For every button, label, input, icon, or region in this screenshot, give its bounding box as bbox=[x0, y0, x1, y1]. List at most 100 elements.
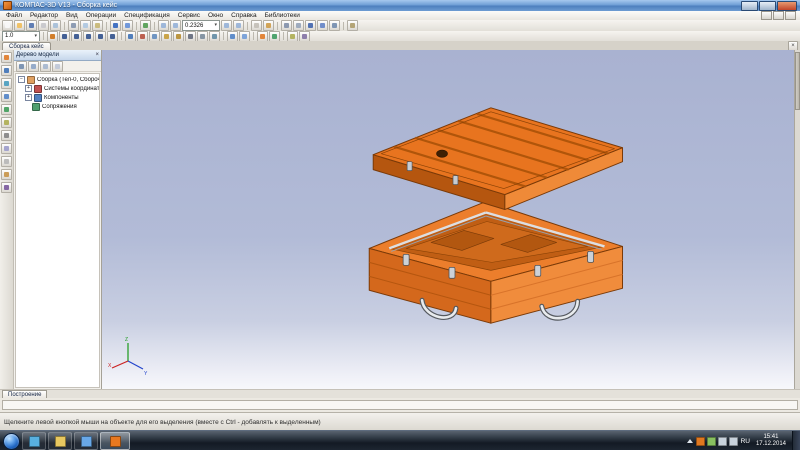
shaded-edges-icon[interactable] bbox=[317, 20, 328, 31]
redo-icon[interactable] bbox=[122, 20, 133, 31]
menu-view[interactable]: Вид bbox=[62, 12, 82, 19]
taskbar-explorer-button[interactable] bbox=[48, 432, 72, 450]
zoom-out-icon[interactable] bbox=[170, 20, 181, 31]
perspective-icon[interactable] bbox=[329, 20, 340, 31]
chamfer-icon[interactable] bbox=[173, 31, 184, 42]
paste-icon[interactable] bbox=[92, 20, 103, 31]
measurements-icon[interactable] bbox=[1, 117, 12, 128]
kompas-tray-icon[interactable] bbox=[696, 437, 705, 446]
menu-window[interactable]: Окно bbox=[204, 12, 227, 19]
tree-composition-icon[interactable] bbox=[28, 61, 39, 72]
edit-assembly-icon[interactable] bbox=[1, 52, 12, 63]
network-icon[interactable] bbox=[718, 437, 727, 446]
auxiliary-geometry-icon[interactable] bbox=[1, 104, 12, 115]
antivirus-icon[interactable] bbox=[707, 437, 716, 446]
conditional-marks-icon[interactable] bbox=[1, 169, 12, 180]
tree-item-coordinate-systems[interactable]: +Системы координат bbox=[16, 84, 99, 93]
menu-service[interactable]: Сервис bbox=[174, 12, 204, 19]
zoom-fit-icon[interactable] bbox=[233, 20, 244, 31]
rotate-icon[interactable] bbox=[263, 20, 274, 31]
menu-edit[interactable]: Редактор bbox=[26, 12, 62, 19]
case-lid[interactable] bbox=[373, 108, 622, 210]
revolve-icon[interactable] bbox=[149, 31, 160, 42]
specification-icon[interactable] bbox=[1, 143, 12, 154]
viewport-3d[interactable]: Z X Y bbox=[102, 50, 800, 389]
pan-icon[interactable] bbox=[251, 20, 262, 31]
filters-icon[interactable] bbox=[1, 130, 12, 141]
sketch-icon[interactable] bbox=[47, 31, 58, 42]
mdi-close-button[interactable] bbox=[785, 11, 796, 20]
tree-item-components[interactable]: +Компоненты bbox=[16, 93, 99, 102]
clock[interactable]: 15:41 17.12.2014 bbox=[753, 434, 789, 448]
add-component-icon[interactable] bbox=[257, 31, 268, 42]
volume-icon[interactable] bbox=[729, 437, 738, 446]
orientation-icon[interactable] bbox=[347, 20, 358, 31]
hole-icon[interactable] bbox=[185, 31, 196, 42]
menu-help[interactable]: Справка bbox=[227, 12, 261, 19]
scrollbar-thumb[interactable] bbox=[795, 52, 800, 110]
shaded-icon[interactable] bbox=[305, 20, 316, 31]
save-icon[interactable] bbox=[26, 20, 37, 31]
cut-icon[interactable] bbox=[68, 20, 79, 31]
minimize-button[interactable] bbox=[741, 1, 758, 11]
case-body[interactable] bbox=[369, 202, 622, 324]
zoom-area-icon[interactable] bbox=[221, 20, 232, 31]
taskbar-kompas-button[interactable] bbox=[100, 432, 130, 450]
fillet-icon[interactable] bbox=[161, 31, 172, 42]
reports-icon[interactable] bbox=[1, 156, 12, 167]
rebuild-icon[interactable] bbox=[140, 20, 151, 31]
expand-icon[interactable]: + bbox=[25, 94, 32, 101]
viewport-scrollbar[interactable] bbox=[794, 50, 800, 389]
scale-combo[interactable]: 1.0▾ bbox=[2, 31, 40, 42]
model-case-svg[interactable] bbox=[102, 50, 800, 389]
menu-libraries[interactable]: Библиотеки bbox=[261, 12, 304, 19]
spline-icon[interactable] bbox=[107, 31, 118, 42]
wireframe-icon[interactable] bbox=[281, 20, 292, 31]
measure-icon[interactable] bbox=[287, 31, 298, 42]
expand-icon[interactable]: + bbox=[25, 85, 32, 92]
new-icon[interactable] bbox=[2, 20, 13, 31]
line-icon[interactable] bbox=[71, 31, 82, 42]
maximize-button[interactable] bbox=[759, 1, 776, 11]
open-icon[interactable] bbox=[14, 20, 25, 31]
tree-item-assembly-root[interactable]: −Сборка (Тел-0, Сборочных е bbox=[16, 75, 99, 84]
tree-item-mates[interactable]: Сопряжения bbox=[16, 102, 99, 111]
mate-icon[interactable] bbox=[269, 31, 280, 42]
tree-structure-icon[interactable] bbox=[16, 61, 27, 72]
relations-icon[interactable] bbox=[40, 61, 51, 72]
start-button[interactable] bbox=[3, 433, 20, 450]
doc-params-icon[interactable] bbox=[52, 61, 63, 72]
arrays-icon[interactable] bbox=[1, 91, 12, 102]
zoom-combo[interactable]: 0.2326▾ bbox=[182, 20, 220, 31]
show-desktop-button[interactable] bbox=[792, 431, 800, 450]
pattern-icon[interactable] bbox=[227, 31, 238, 42]
spatial-curves-icon[interactable] bbox=[1, 65, 12, 76]
arc-icon[interactable] bbox=[95, 31, 106, 42]
tree-close-icon[interactable]: × bbox=[95, 52, 99, 58]
section-icon[interactable] bbox=[299, 31, 310, 42]
collapse-icon[interactable]: − bbox=[18, 76, 25, 83]
language-indicator[interactable]: RU bbox=[741, 438, 750, 445]
menu-operations[interactable]: Операции bbox=[82, 12, 120, 19]
point-icon[interactable] bbox=[59, 31, 70, 42]
cut-extrude-icon[interactable] bbox=[137, 31, 148, 42]
hidden-icons-arrow-icon[interactable] bbox=[687, 439, 693, 443]
menu-file[interactable]: Файл bbox=[2, 12, 26, 19]
print-icon[interactable] bbox=[38, 20, 49, 31]
preview-icon[interactable] bbox=[50, 20, 61, 31]
taskbar-internet-explorer-button[interactable] bbox=[74, 432, 98, 450]
undo-icon[interactable] bbox=[110, 20, 121, 31]
zoom-in-icon[interactable] bbox=[158, 20, 169, 31]
close-button[interactable] bbox=[777, 1, 797, 11]
taskbar-media-player-button[interactable] bbox=[22, 432, 46, 450]
surfaces-icon[interactable] bbox=[1, 78, 12, 89]
mdi-minimize-button[interactable] bbox=[761, 11, 772, 20]
hidden-lines-icon[interactable] bbox=[293, 20, 304, 31]
rib-icon[interactable] bbox=[197, 31, 208, 42]
extrude-icon[interactable] bbox=[125, 31, 136, 42]
mdi-restore-button[interactable] bbox=[773, 11, 784, 20]
copy-icon[interactable] bbox=[80, 20, 91, 31]
menu-specification[interactable]: Спецификация bbox=[120, 12, 174, 19]
mirror-icon[interactable] bbox=[239, 31, 250, 42]
circle-icon[interactable] bbox=[83, 31, 94, 42]
